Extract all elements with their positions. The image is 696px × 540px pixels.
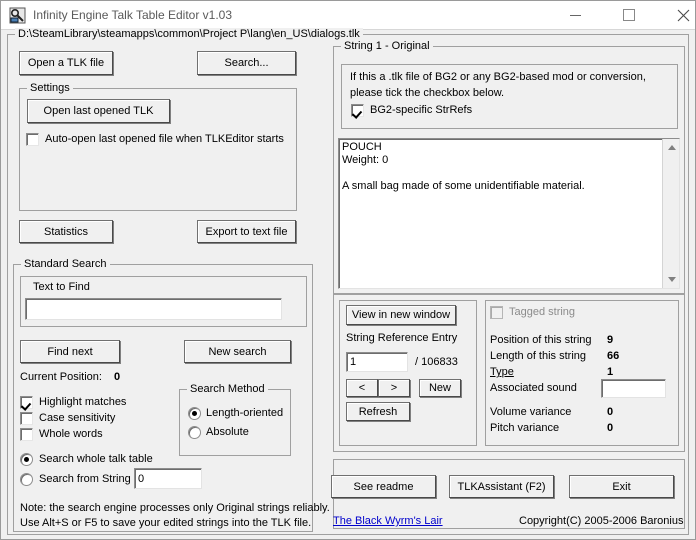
string-text-scrollbar[interactable] [662,139,679,288]
open-tlk-file-button[interactable]: Open a TLK file [19,51,113,75]
export-to-text-button[interactable]: Export to text file [197,220,296,243]
string-reference-entry-label: String Reference Entry [346,332,458,344]
search-button[interactable]: Search... [197,51,296,75]
position-of-string-value: 9 [607,334,614,346]
see-readme-button[interactable]: See readme [331,475,436,498]
tlkassistant-label: TLKAssistant (F2) [457,480,546,493]
bg2-info-line2: please tick the checkbox below. [350,87,505,99]
current-position-label: Current Position: [20,371,102,383]
search-method-legend: Search Method [187,383,268,395]
file-path-label: D:\SteamLibrary\steamapps\common\Project… [15,28,363,40]
next-string-label: > [390,382,398,394]
previous-string-button[interactable]: < [346,379,378,397]
volume-variance-value: 0 [607,406,614,418]
settings-legend: Settings [27,82,73,94]
title-bar: Infinity Engine Talk Table Editor v1.03 [1,1,695,30]
open-last-tlk-label: Open last opened TLK [43,105,154,117]
search-from-string-label: Search from String [39,473,131,485]
length-of-string-value: 66 [607,350,620,362]
scroll-up-icon[interactable] [663,139,679,156]
application-window: Infinity Engine Talk Table Editor v1.03 … [0,0,696,540]
position-of-string-label: Position of this string [490,334,592,346]
maximize-icon [606,1,652,29]
absolute-radio[interactable] [188,426,201,439]
search-from-string-radio[interactable] [20,473,33,486]
see-readme-label: See readme [353,480,414,493]
string-original-legend: String 1 - Original [341,40,433,52]
statistics-label: Statistics [43,225,88,238]
minimize-icon [552,1,598,29]
string-text-content: POUCH Weight: 0 A small bag made of some… [342,141,585,192]
pitch-variance-value: 0 [607,422,614,434]
tlkassistant-button[interactable]: TLKAssistant (F2) [449,475,554,498]
associated-sound-input[interactable] [601,379,666,398]
next-string-button[interactable]: > [378,379,410,397]
pitch-variance-label: Pitch variance [490,422,560,434]
previous-string-label: < [358,382,366,394]
search-from-string-input[interactable]: 0 [134,468,202,489]
whole-words-label: Whole words [39,428,103,440]
search-note-line2: Use Alt+S or F5 to save your edited stri… [20,517,312,529]
text-to-find-input[interactable] [25,298,282,320]
tagged-string-checkbox [490,306,503,319]
length-of-string-label: Length of this string [490,350,587,362]
search-button-label: Search... [224,57,269,69]
search-whole-table-label: Search whole talk table [39,453,153,465]
string-reference-input[interactable]: 1 [346,352,408,372]
total-strings-label: / 106833 [415,356,458,368]
refresh-button[interactable]: Refresh [346,402,410,421]
find-next-label: Find next [47,345,93,358]
new-search-label: New search [208,345,267,358]
open-last-tlk-button[interactable]: Open last opened TLK [27,99,170,123]
minimize-button[interactable] [552,1,598,29]
window-title: Infinity Engine Talk Table Editor v1.03 [33,8,233,22]
auto-open-checkbox[interactable] [26,133,39,146]
copyright-label: Copyright(C) 2005-2006 Baronius [519,515,684,527]
search-whole-table-radio[interactable] [20,453,33,466]
tlk-app-icon [9,7,26,24]
bg2-specific-strrefs-checkbox[interactable] [351,104,364,117]
standard-search-legend: Standard Search [21,258,110,270]
search-note-line1: Note: the search engine processes only O… [20,502,330,514]
highlight-matches-checkbox[interactable] [20,396,33,409]
highlight-matches-label: Highlight matches [39,396,127,408]
case-sensitivity-label: Case sensitivity [39,412,116,424]
absolute-label: Absolute [206,426,249,438]
close-button[interactable] [660,1,695,29]
statistics-button[interactable]: Statistics [19,220,113,243]
bg2-specific-strrefs-label: BG2-specific StrRefs [370,104,473,116]
auto-open-label: Auto-open last opened file when TLKEdito… [45,133,284,145]
new-string-label: New [428,382,451,394]
search-method-group: Search Method [179,383,291,456]
case-sensitivity-checkbox[interactable] [20,412,33,425]
type-value: 1 [607,366,614,378]
string-text-area[interactable]: POUCH Weight: 0 A small bag made of some… [338,138,680,289]
volume-variance-label: Volume variance [490,406,572,418]
exit-label: Exit [612,480,631,493]
current-position-value: 0 [114,371,121,383]
length-oriented-radio[interactable] [188,407,201,420]
length-oriented-label: Length-oriented [206,407,284,419]
bg2-info-line1: If this a .tlk file of BG2 or any BG2-ba… [350,71,646,83]
close-icon [660,1,695,29]
whole-words-checkbox[interactable] [20,428,33,441]
tagged-string-label: Tagged string [509,306,576,318]
exit-button[interactable]: Exit [569,475,674,498]
find-next-button[interactable]: Find next [20,340,120,363]
new-search-button[interactable]: New search [184,340,291,363]
open-tlk-file-label: Open a TLK file [27,57,105,69]
maximize-button[interactable] [606,1,652,29]
text-to-find-label: Text to Find [33,281,90,293]
new-string-button[interactable]: New [419,379,461,397]
type-label[interactable]: Type [490,366,514,378]
associated-sound-label: Associated sound [490,382,577,394]
black-wyrms-lair-link[interactable]: The Black Wyrm's Lair [333,515,443,527]
export-to-text-label: Export to text file [205,225,288,238]
view-in-new-window-button[interactable]: View in new window [346,305,456,325]
refresh-label: Refresh [358,405,398,418]
view-in-new-window-label: View in new window [351,309,451,321]
scroll-down-icon[interactable] [663,271,679,288]
